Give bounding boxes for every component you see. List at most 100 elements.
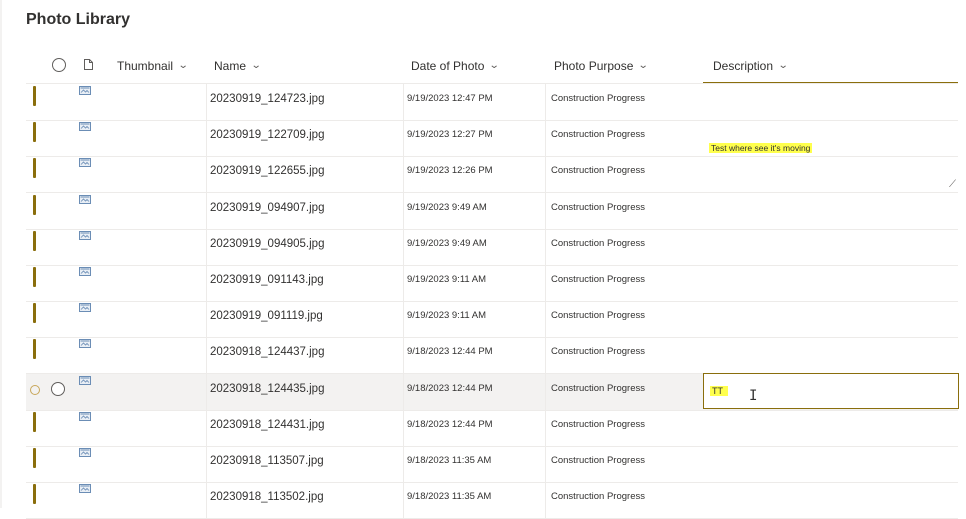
photo-purpose-cell: Construction Progress xyxy=(551,491,645,503)
row-accent-stripe xyxy=(33,230,36,251)
column-separator xyxy=(206,446,207,482)
photo-purpose-cell: Construction Progress xyxy=(551,274,645,285)
description-cell[interactable] xyxy=(703,301,958,337)
chevron-down-icon: ⌄ xyxy=(489,60,501,71)
photo-purpose-cell: Construction Progress xyxy=(551,346,645,358)
description-cell[interactable] xyxy=(703,229,958,265)
column-header-thumbnail[interactable]: Thumbnail ⌄ xyxy=(117,49,189,83)
row-accent-stripe xyxy=(33,411,36,432)
column-separator xyxy=(545,192,546,229)
column-separator xyxy=(403,156,404,193)
description-cell[interactable] xyxy=(703,84,958,120)
file-name-link[interactable]: 20230919_122709.jpg xyxy=(210,120,324,156)
table-row[interactable]: 20230919_094905.jpg 9/19/2023 9:49 AM Cons… xyxy=(26,228,958,266)
file-name-link[interactable]: 20230918_113507.jpg xyxy=(210,446,324,482)
column-separator xyxy=(545,482,546,519)
column-separator xyxy=(403,192,404,229)
column-separator xyxy=(403,409,404,446)
column-header-thumbnail-label: Thumbnail xyxy=(117,59,174,73)
photo-purpose-cell: Construction Progress xyxy=(551,129,645,141)
table-row[interactable]: 20230919_124723.jpg 9/19/2023 12:47 PM Con… xyxy=(26,84,958,121)
table-row[interactable]: 20230919_122655.jpg 9/19/2023 12:26 PM Con… xyxy=(26,156,958,194)
image-file-icon xyxy=(79,484,91,494)
description-cell[interactable] xyxy=(703,482,958,518)
column-separator xyxy=(545,337,546,374)
image-file-icon xyxy=(79,158,91,168)
description-cell[interactable]: ⟋ xyxy=(703,156,958,192)
column-separator xyxy=(545,228,546,265)
table-row[interactable]: 20230918_113502.jpg 9/18/2023 11:35 AM Con… xyxy=(26,482,958,519)
column-header-date-label: Date of Photo xyxy=(411,59,485,73)
column-separator xyxy=(403,373,404,410)
row-accent-stripe xyxy=(33,484,36,505)
date-of-photo-cell: 9/18/2023 12:44 PM xyxy=(407,346,493,358)
date-of-photo-cell: 9/18/2023 11:35 AM xyxy=(407,491,492,503)
column-separator xyxy=(545,84,546,120)
column-separator xyxy=(403,265,404,301)
description-cell[interactable] xyxy=(703,410,958,446)
table-row[interactable]: 20230918_124437.jpg 9/18/2023 12:44 PM Con… xyxy=(26,337,958,375)
table-row[interactable]: 20230918_113507.jpg 9/18/2023 11:35 AM Con… xyxy=(26,446,958,483)
image-file-icon xyxy=(79,86,91,95)
photo-purpose-cell: Construction Progress xyxy=(551,201,645,213)
date-of-photo-cell: 9/19/2023 12:47 PM xyxy=(407,93,493,104)
table-row[interactable]: 20230919_091119.jpg 9/19/2023 9:11 AM Cons… xyxy=(26,301,958,339)
table-row[interactable]: 20230919_094907.jpg 9/19/2023 9:49 AM Cons… xyxy=(26,192,958,230)
image-file-icon xyxy=(79,194,91,204)
column-separator xyxy=(403,482,404,519)
file-name-link[interactable]: 20230918_124437.jpg xyxy=(210,337,324,373)
image-file-icon xyxy=(79,411,91,421)
column-header-description[interactable]: Description ⌄ xyxy=(713,49,789,83)
column-separator xyxy=(206,228,207,265)
date-of-photo-cell: 9/19/2023 9:11 AM xyxy=(407,310,487,322)
file-name-link[interactable]: 20230919_124723.jpg xyxy=(210,84,324,120)
column-separator xyxy=(545,446,546,482)
column-header-date[interactable]: Date of Photo ⌄ xyxy=(411,49,501,83)
column-separator xyxy=(206,156,207,193)
file-name-link[interactable]: 20230919_094907.jpg xyxy=(210,193,324,229)
column-separator xyxy=(206,192,207,229)
page-left-border xyxy=(0,0,2,508)
table-row[interactable]: 20230919_091143.jpg 9/19/2023 9:11 AM Cons… xyxy=(26,265,958,302)
file-name-link[interactable]: 20230919_122655.jpg xyxy=(210,156,324,192)
column-header-description-label: Description xyxy=(713,59,774,73)
table-row[interactable]: 20230918_124431.jpg 9/18/2023 12:44 PM Con… xyxy=(26,409,958,447)
description-column-focus-line xyxy=(703,82,958,83)
description-cell[interactable] xyxy=(703,337,958,373)
column-separator xyxy=(206,482,207,519)
description-cell[interactable] xyxy=(703,193,958,229)
file-name-link[interactable]: 20230918_113502.jpg xyxy=(210,482,324,518)
column-separator xyxy=(206,373,207,410)
column-header-purpose[interactable]: Photo Purpose ⌄ xyxy=(554,49,649,83)
photo-purpose-cell: Construction Progress xyxy=(551,93,645,104)
file-name-link[interactable]: 20230919_094905.jpg xyxy=(210,229,324,265)
document-icon[interactable] xyxy=(84,59,93,70)
table-row[interactable]: 20230919_122709.jpg 9/19/2023 12:27 PM Con… xyxy=(26,120,958,158)
resize-handle-icon[interactable]: ⟋ xyxy=(949,179,956,190)
file-name-link[interactable]: 20230919_091143.jpg xyxy=(210,265,324,301)
row-select-radio-icon[interactable] xyxy=(51,381,65,396)
description-edit-field[interactable]: TT I xyxy=(703,372,959,409)
column-separator xyxy=(403,84,404,120)
column-header-name[interactable]: Name ⌄ xyxy=(214,49,262,83)
column-separator xyxy=(545,301,546,338)
description-cell[interactable] xyxy=(703,446,958,482)
chevron-down-icon: ⌄ xyxy=(777,60,789,71)
file-name-link[interactable]: 20230918_124435.jpg xyxy=(210,374,324,410)
date-of-photo-cell: 9/19/2023 9:49 AM xyxy=(407,201,487,213)
image-file-icon xyxy=(79,375,91,385)
photo-purpose-cell: Construction Progress xyxy=(551,165,645,177)
select-all-radio-icon[interactable] xyxy=(52,58,66,72)
image-file-icon xyxy=(79,303,91,313)
table-row[interactable]: 20230918_124435.jpg 9/18/2023 12:44 PM Con… xyxy=(26,372,959,411)
date-of-photo-cell: 9/19/2023 12:26 PM xyxy=(407,165,493,177)
image-file-icon xyxy=(79,339,91,349)
file-name-link[interactable]: 20230919_091119.jpg xyxy=(210,301,323,337)
file-name-link[interactable]: 20230918_124431.jpg xyxy=(210,410,324,446)
image-file-icon xyxy=(79,448,91,457)
description-cell[interactable]: Test where see it's moving xyxy=(703,120,958,156)
i-beam-cursor-icon: I xyxy=(749,387,758,404)
description-cell[interactable] xyxy=(703,265,958,301)
date-of-photo-cell: 9/18/2023 12:44 PM xyxy=(407,418,493,430)
column-separator xyxy=(403,301,404,338)
